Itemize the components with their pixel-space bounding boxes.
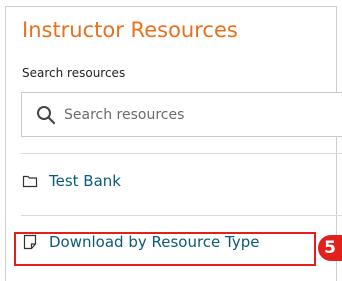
panel-title: Instructor Resources — [22, 18, 238, 42]
step-number-badge: 5 — [318, 235, 342, 261]
search-input[interactable] — [64, 101, 334, 129]
search-icon — [37, 106, 56, 125]
instructor-resources-panel: Instructor Resources Search resources Te… — [0, 0, 342, 281]
resource-item-test-bank[interactable]: Test Bank — [22, 167, 121, 195]
resource-item-label: Test Bank — [49, 172, 121, 190]
folder-icon — [22, 175, 38, 188]
divider — [21, 215, 342, 216]
divider — [21, 153, 342, 154]
search-label: Search resources — [22, 66, 126, 80]
highlight-box — [14, 232, 316, 266]
search-box[interactable] — [21, 92, 342, 137]
